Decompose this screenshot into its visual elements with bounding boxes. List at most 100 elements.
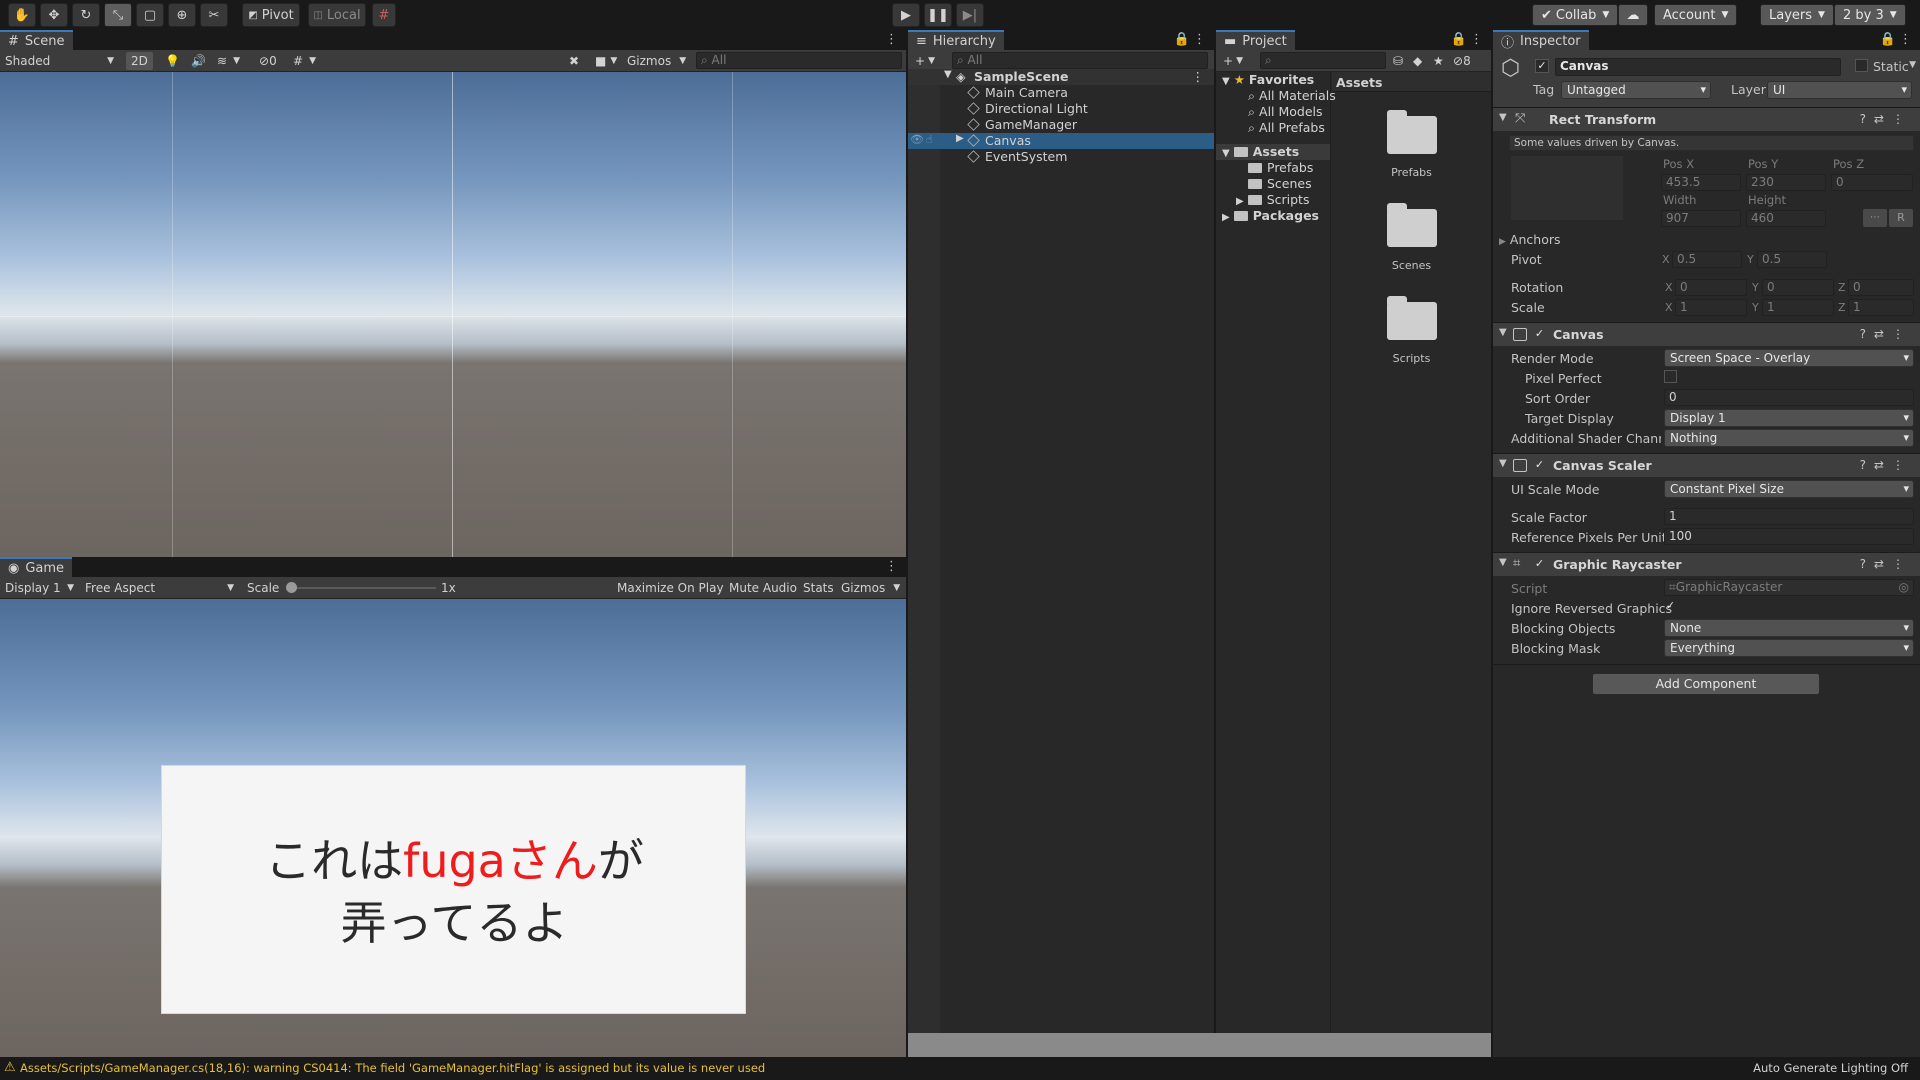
filter-label-button[interactable]: ◆ xyxy=(1408,52,1427,70)
raycaster-enabled-checkbox[interactable]: ✓ xyxy=(1533,558,1546,571)
filter-type-button[interactable]: ⛁ xyxy=(1388,52,1408,70)
transform-tool-button[interactable]: ⊕ xyxy=(168,3,196,27)
aspect-dropdown[interactable]: Free Aspect ▼ xyxy=(80,579,238,597)
favorites-node[interactable]: ▼ ★ Favorites xyxy=(1222,72,1314,88)
scale-slider-knob[interactable] xyxy=(286,582,297,593)
hierarchy-item-eventsystem[interactable]: EventSystem xyxy=(967,149,1067,165)
object-name-field[interactable]: Canvas xyxy=(1555,58,1841,76)
expand-icon[interactable]: ▶ xyxy=(956,133,964,144)
scale-y-field[interactable]: 1 xyxy=(1762,299,1834,316)
custom-tool-button[interactable]: ✂ xyxy=(200,3,228,27)
blocking-mask-dropdown[interactable]: Everything xyxy=(1664,639,1914,657)
mute-audio-toggle[interactable]: Mute Audio xyxy=(724,579,802,597)
hierarchy-menu-icon[interactable]: ⋮ xyxy=(1193,32,1206,47)
component-actions-icon[interactable]: ?⇄⋮ xyxy=(1860,112,1912,126)
shader-channels-dropdown[interactable]: Nothing xyxy=(1664,429,1914,447)
folder-icon[interactable] xyxy=(1387,203,1437,247)
target-display-dropdown[interactable]: Display 1 xyxy=(1664,409,1914,427)
hidden-objects-toggle[interactable]: ⊘ 0 xyxy=(254,52,282,70)
anchors-foldout[interactable]: ▶ Anchors xyxy=(1499,232,1561,247)
rotation-x-field[interactable]: 0 xyxy=(1675,279,1747,296)
step-button[interactable]: ▶| xyxy=(956,3,984,27)
scene-options-icon[interactable]: ⋮ xyxy=(1192,69,1205,84)
tab-hierarchy[interactable]: ≡ Hierarchy xyxy=(908,30,1004,50)
tools-button[interactable]: ✖ xyxy=(564,52,584,70)
scene-viewport[interactable] xyxy=(0,72,906,557)
collab-dropdown[interactable]: ✔ Collab ▼ xyxy=(1532,4,1619,26)
scale-x-field[interactable]: 1 xyxy=(1675,299,1747,316)
project-create-button[interactable]: + ▼ xyxy=(1218,52,1248,70)
pos-y-field[interactable]: 230 xyxy=(1746,174,1826,191)
pivot-x-field[interactable]: 0.5 xyxy=(1672,251,1742,268)
folder-icon[interactable] xyxy=(1387,296,1437,340)
visibility-icon[interactable]: 👁 xyxy=(910,133,924,146)
game-menu-icon[interactable]: ⋮ xyxy=(885,559,898,574)
audio-toggle[interactable]: 🔊 xyxy=(186,52,211,70)
tree-folder-scenes[interactable]: Scenes xyxy=(1248,176,1312,192)
display-dropdown[interactable]: Display 1 ▼ xyxy=(0,579,78,597)
scale-factor-field[interactable]: 1 xyxy=(1664,508,1914,525)
camera-button[interactable]: ■ ▼ xyxy=(590,52,622,70)
component-actions-icon[interactable]: ?⇄⋮ xyxy=(1860,327,1912,341)
lock-icon[interactable]: 🔒 xyxy=(1880,32,1896,47)
fav-all-models[interactable]: ⌕ All Models xyxy=(1248,104,1323,120)
account-dropdown[interactable]: Account ▼ xyxy=(1654,4,1738,26)
tab-project[interactable]: ▬ Project xyxy=(1216,30,1295,50)
lighting-toggle[interactable]: 💡 xyxy=(160,52,185,70)
scene-search-input[interactable]: ⌕ All xyxy=(696,52,902,69)
create-button[interactable]: + ▼ xyxy=(910,52,940,70)
pos-z-field[interactable]: 0 xyxy=(1831,174,1913,191)
pickable-icon[interactable]: ☝ xyxy=(926,133,933,146)
packages-node[interactable]: ▶ Packages xyxy=(1222,208,1319,224)
active-checkbox[interactable]: ✓ xyxy=(1535,59,1549,73)
pivot-y-field[interactable]: 0.5 xyxy=(1757,251,1827,268)
add-component-button[interactable]: Add Component xyxy=(1592,673,1820,695)
local-toggle[interactable]: ◫ Local xyxy=(308,3,366,27)
graphic-raycaster-header[interactable]: ▼ ⌗ ✓ Graphic Raycaster ?⇄⋮ xyxy=(1493,552,1920,576)
game-gizmos-dropdown[interactable]: Gizmos ▼ xyxy=(836,579,905,597)
reference-ppu-field[interactable]: 100 xyxy=(1664,528,1914,545)
asset-folder-scripts[interactable]: Scripts xyxy=(1332,352,1491,365)
tree-folder-prefabs[interactable]: Prefabs xyxy=(1248,160,1313,176)
layers-dropdown[interactable]: Layers ▼ xyxy=(1760,4,1834,26)
grid-snap-button[interactable]: # xyxy=(372,3,396,27)
pivot-toggle[interactable]: ◩ Pivot xyxy=(242,3,300,27)
asset-folder-scenes[interactable]: Scenes xyxy=(1332,259,1491,272)
scene-gizmos-dropdown[interactable]: Gizmos ▼ xyxy=(622,52,691,70)
static-checkbox[interactable] xyxy=(1855,59,1868,72)
cloud-button[interactable]: ☁ xyxy=(1618,4,1648,26)
rotation-y-field[interactable]: 0 xyxy=(1762,279,1834,296)
favorite-button[interactable]: ★ xyxy=(1428,52,1449,70)
shading-mode-dropdown[interactable]: Shaded ▼ xyxy=(0,52,118,70)
inspector-menu-icon[interactable]: ⋮ xyxy=(1899,32,1912,47)
hand-tool-button[interactable]: ✋ xyxy=(8,3,36,27)
rect-transform-header[interactable]: ▼ ⤧ Rect Transform ?⇄⋮ xyxy=(1493,107,1920,131)
height-field[interactable]: 460 xyxy=(1746,210,1826,227)
assets-node[interactable]: ▼ Assets xyxy=(1216,144,1330,160)
component-actions-icon[interactable]: ?⇄⋮ xyxy=(1860,557,1912,571)
effects-toggle[interactable]: ≋ ▼ xyxy=(212,52,245,70)
scene-root[interactable]: ▼ ◈ SampleScene ⋮ xyxy=(908,69,1214,85)
game-viewport[interactable]: これはfugaさんが 弄ってるよ xyxy=(0,599,906,1057)
blueprint-mode-button[interactable]: ⋯ xyxy=(1863,209,1887,227)
raw-edit-button[interactable]: R xyxy=(1889,209,1913,227)
project-breadcrumb[interactable]: Assets xyxy=(1332,72,1491,92)
fav-all-prefabs[interactable]: ⌕ All Prefabs xyxy=(1248,120,1325,136)
component-actions-icon[interactable]: ?⇄⋮ xyxy=(1860,458,1912,472)
stats-toggle[interactable]: Stats xyxy=(798,579,839,597)
tab-inspector[interactable]: ⓘ Inspector xyxy=(1493,30,1589,51)
project-menu-icon[interactable]: ⋮ xyxy=(1470,32,1483,47)
hierarchy-search-input[interactable]: ⌕ All xyxy=(952,52,1208,69)
render-mode-dropdown[interactable]: Screen Space - Overlay xyxy=(1664,349,1914,367)
pause-button[interactable]: ❚❚ xyxy=(924,3,952,27)
scene-menu-icon[interactable]: ⋮ xyxy=(885,32,898,47)
hierarchy-item-gamemanager[interactable]: GameManager xyxy=(967,117,1077,133)
tag-dropdown[interactable]: Untagged xyxy=(1561,81,1711,99)
rotate-tool-button[interactable]: ↻ xyxy=(72,3,100,27)
ui-scale-mode-dropdown[interactable]: Constant Pixel Size xyxy=(1664,480,1914,498)
tab-game[interactable]: ◉ Game xyxy=(0,557,73,577)
hierarchy-item-directional-light[interactable]: Directional Light xyxy=(967,101,1088,117)
project-search-input[interactable]: ⌕ xyxy=(1260,52,1386,69)
canvas-enabled-checkbox[interactable]: ✓ xyxy=(1533,328,1546,341)
canvas-scaler-header[interactable]: ▼ ✓ Canvas Scaler ?⇄⋮ xyxy=(1493,453,1920,477)
